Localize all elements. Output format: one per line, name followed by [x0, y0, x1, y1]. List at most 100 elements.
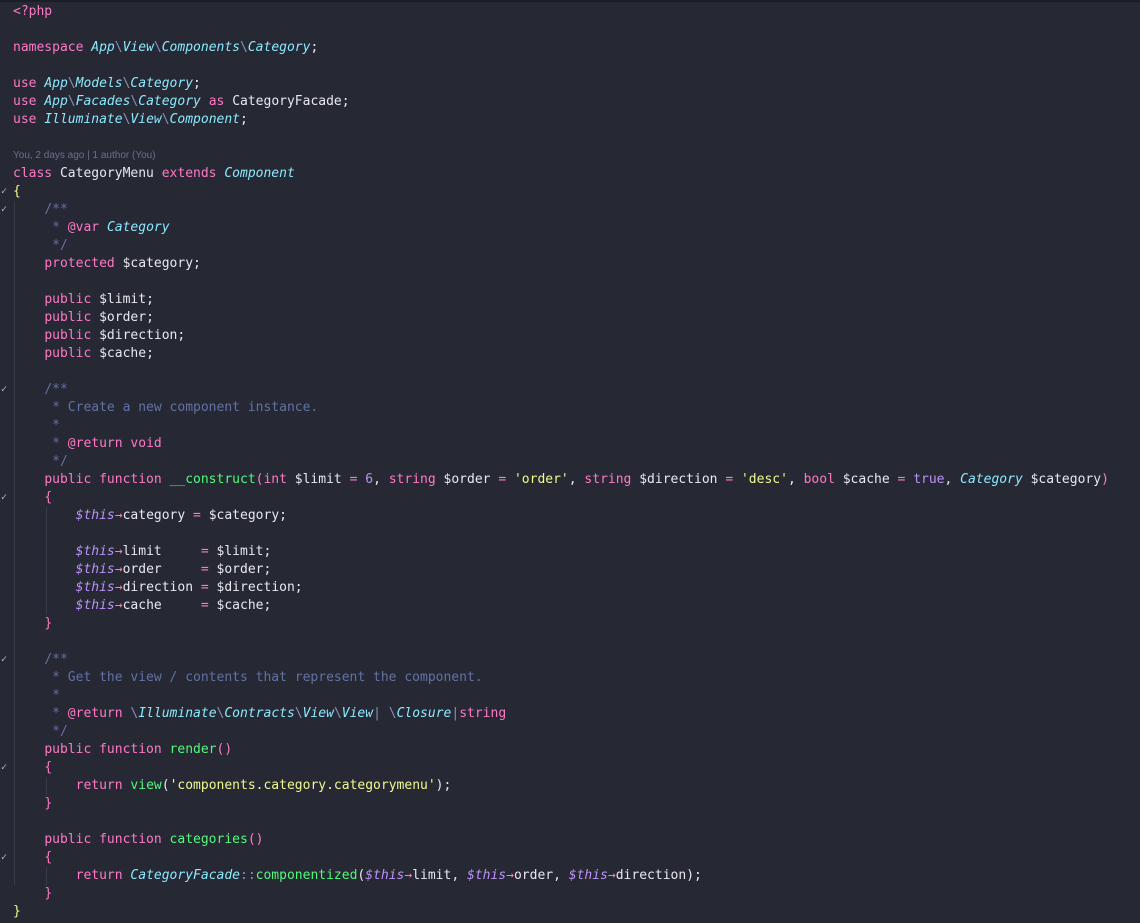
- code-line[interactable]: $this→limit = $limit;: [0, 543, 1140, 561]
- code-line[interactable]: [0, 633, 1140, 651]
- code-token: ;: [240, 112, 248, 127]
- indent-guide: [14, 327, 15, 345]
- code-token: $category;: [122, 256, 201, 271]
- code-line[interactable]: */: [0, 453, 1140, 471]
- code-line[interactable]: $this→direction = $direction;: [0, 579, 1140, 597]
- code-line[interactable]: [0, 273, 1140, 291]
- indent-guide: [14, 705, 15, 723]
- git-blame-annotation[interactable]: You, 2 days ago | 1 author (You): [0, 147, 1140, 165]
- code-line[interactable]: ✓ {: [0, 759, 1140, 777]
- code-line[interactable]: [0, 129, 1140, 147]
- code-token: \: [388, 706, 397, 721]
- code-line[interactable]: ✓ /**: [0, 651, 1140, 669]
- code-line[interactable]: ✓{: [0, 183, 1140, 201]
- fold-chevron-icon[interactable]: ✓: [1, 849, 11, 867]
- code-line[interactable]: return view('components.category.categor…: [0, 777, 1140, 795]
- indent-guide: [14, 291, 15, 309]
- code-line[interactable]: protected $category;: [0, 255, 1140, 273]
- code-line[interactable]: <?php: [0, 3, 1140, 21]
- code-line[interactable]: ✓ {: [0, 849, 1140, 867]
- code-line[interactable]: ✓ /**: [0, 201, 1140, 219]
- code-line[interactable]: public $cache;: [0, 345, 1140, 363]
- fold-chevron-icon[interactable]: ✓: [1, 651, 11, 669]
- code-token: ,: [787, 472, 804, 487]
- code-editor[interactable]: <?php namespace App\View\Components\Categ…: [0, 3, 1140, 921]
- code-token: public: [44, 310, 100, 325]
- code-token: 'components.category.categorymenu': [169, 778, 436, 793]
- code-line[interactable]: public $order;: [0, 309, 1140, 327]
- code-line[interactable]: * @var Category: [0, 219, 1140, 237]
- code-line[interactable]: * @return \Illuminate\Contracts\View\Vie…: [0, 705, 1140, 723]
- indent-guide: [14, 759, 15, 777]
- fold-chevron-icon[interactable]: ✓: [1, 201, 11, 219]
- code-token: @var: [67, 220, 107, 235]
- code-line[interactable]: $this→category = $category;: [0, 507, 1140, 525]
- code-line[interactable]: * Get the view / contents that represent…: [0, 669, 1140, 687]
- code-token: App: [91, 40, 115, 55]
- code-line[interactable]: [0, 57, 1140, 75]
- code-line[interactable]: */: [0, 237, 1140, 255]
- fold-chevron-icon[interactable]: ✓: [1, 381, 11, 399]
- code-token: /**: [44, 652, 68, 667]
- code-token: Models: [75, 76, 123, 91]
- indent-guide: [46, 579, 47, 597]
- code-token: ;: [193, 76, 201, 91]
- code-line[interactable]: class CategoryMenu extends Component: [0, 165, 1140, 183]
- code-line[interactable]: public function categories(): [0, 831, 1140, 849]
- code-token: View: [341, 706, 374, 721]
- code-line[interactable]: public function render(): [0, 741, 1140, 759]
- code-token: $category;: [208, 508, 287, 523]
- code-line[interactable]: use Illuminate\View\Component;: [0, 111, 1140, 129]
- code-line[interactable]: [0, 813, 1140, 831]
- code-line[interactable]: namespace App\View\Components\Category;: [0, 39, 1140, 57]
- code-token: View: [122, 40, 154, 55]
- code-token: {: [44, 760, 53, 775]
- fold-chevron-icon[interactable]: ✓: [1, 489, 11, 507]
- code-line[interactable]: public $limit;: [0, 291, 1140, 309]
- indent-guide: [14, 471, 15, 489]
- code-token: $this: [75, 562, 115, 577]
- code-line[interactable]: public $direction;: [0, 327, 1140, 345]
- code-line[interactable]: [0, 21, 1140, 39]
- code-line[interactable]: *: [0, 417, 1140, 435]
- code-line[interactable]: return CategoryFacade::componentized($th…: [0, 867, 1140, 885]
- code-line[interactable]: }: [0, 615, 1140, 633]
- code-line[interactable]: $this→cache = $cache;: [0, 597, 1140, 615]
- indent-guide: [14, 219, 15, 237]
- code-line[interactable]: use App\Facades\Category as CategoryFaca…: [0, 93, 1140, 111]
- code-token: ): [1101, 472, 1109, 487]
- code-token: Category: [960, 472, 1023, 487]
- code-line[interactable]: $this→order = $order;: [0, 561, 1140, 579]
- code-line[interactable]: }: [0, 795, 1140, 813]
- indent-guide: [14, 579, 15, 597]
- code-line[interactable]: * @return void: [0, 435, 1140, 453]
- fold-chevron-icon[interactable]: ✓: [1, 759, 11, 777]
- code-line[interactable]: }: [0, 885, 1140, 903]
- code-line[interactable]: * Create a new component instance.: [0, 399, 1140, 417]
- code-line[interactable]: [0, 363, 1140, 381]
- code-token: \: [114, 40, 123, 55]
- code-token: {: [44, 850, 53, 865]
- fold-chevron-icon[interactable]: ✓: [1, 183, 11, 201]
- code-line[interactable]: }: [0, 903, 1140, 921]
- code-token: Components: [161, 40, 241, 55]
- code-token: $cache;: [99, 346, 154, 361]
- code-line[interactable]: [0, 525, 1140, 543]
- indent-guide: [14, 255, 15, 273]
- code-line[interactable]: use App\Models\Category;: [0, 75, 1140, 93]
- code-token: cache: [122, 598, 201, 613]
- code-token: true: [913, 472, 945, 487]
- code-line[interactable]: ✓ {: [0, 489, 1140, 507]
- code-line[interactable]: ✓ /**: [0, 381, 1140, 399]
- code-line[interactable]: public function __construct(int $limit =…: [0, 471, 1140, 489]
- code-line[interactable]: *: [0, 687, 1140, 705]
- indent-guide: [14, 741, 15, 759]
- code-token: $order;: [216, 562, 272, 577]
- code-line[interactable]: */: [0, 723, 1140, 741]
